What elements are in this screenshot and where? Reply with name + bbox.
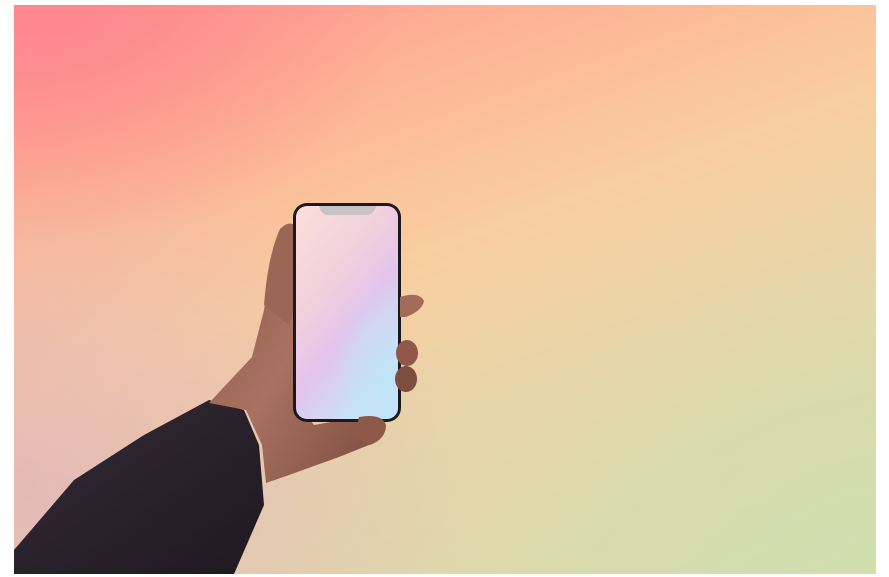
phone-screen-glow: [296, 206, 398, 419]
middle-finger: [396, 340, 418, 366]
phone-notch: [319, 206, 376, 215]
sleeve: [14, 400, 264, 574]
hand-holding-phone-illustration: [14, 203, 424, 574]
ring-finger: [395, 366, 417, 392]
index-finger: [400, 294, 424, 317]
photo-frame: [14, 5, 876, 574]
